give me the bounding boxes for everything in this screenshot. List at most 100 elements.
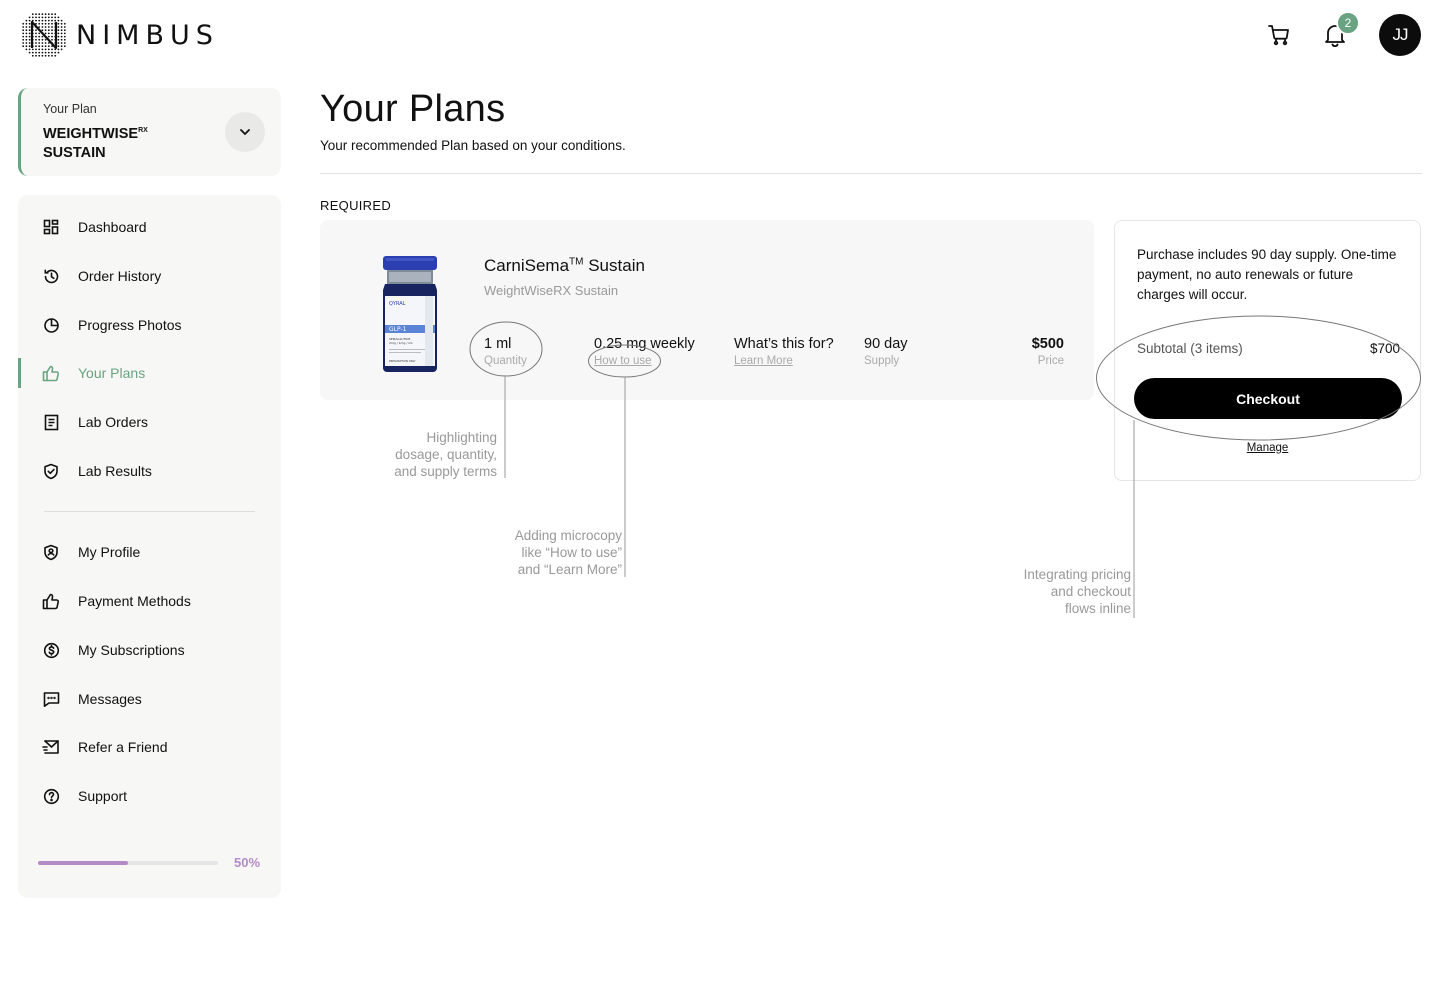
annotation-line: Highlighting xyxy=(426,430,497,445)
sidebar-item-lab-results[interactable]: Lab Results xyxy=(18,456,281,486)
sidebar-item-label: My Subscriptions xyxy=(78,642,185,658)
header-divider xyxy=(320,173,1422,174)
annotation-quantity: Highlighting dosage, quantity, and suppl… xyxy=(394,429,497,480)
top-bar-actions: 2 JJ xyxy=(1265,11,1421,56)
sidebar-item-payment-methods[interactable]: Payment Methods xyxy=(18,586,281,616)
notifications-button[interactable]: 2 xyxy=(1321,11,1360,49)
document-icon xyxy=(42,413,60,431)
section-label-required: REQUIRED xyxy=(320,198,392,213)
cart-button[interactable] xyxy=(1265,21,1293,49)
product-name-main: CarniSema xyxy=(484,256,570,275)
page-title: Your Plans xyxy=(320,88,506,130)
product-card: QYRAL GLP-1 SEMAGLUTIDE 2mg / 1mg / mL P… xyxy=(320,220,1094,400)
sidebar-item-my-subscriptions[interactable]: My Subscriptions xyxy=(18,635,281,665)
chat-icon xyxy=(42,690,60,708)
annotation-line: like “How to use” xyxy=(521,545,622,560)
price-metric: $500 Price xyxy=(1032,336,1064,367)
nav-divider xyxy=(44,511,255,512)
sidebar-item-label: Payment Methods xyxy=(78,593,191,609)
learn-more-link[interactable]: Learn More xyxy=(734,355,834,367)
sidebar-item-messages[interactable]: Messages xyxy=(18,684,281,714)
current-plan-card: Your Plan WEIGHTWISERx SUSTAIN xyxy=(18,88,281,176)
supply-value: 90 day xyxy=(864,336,908,352)
manage-link[interactable]: Manage xyxy=(1115,442,1420,454)
annotation-line: dosage, quantity, xyxy=(395,447,497,462)
progress-fill xyxy=(38,861,128,865)
price-label: Price xyxy=(1037,355,1064,367)
dosage-metric: 0.25 mg weekly How to use xyxy=(594,336,695,367)
nimbus-logo[interactable]: NIMBUS xyxy=(18,8,219,62)
sidebar-item-label: Progress Photos xyxy=(78,317,182,333)
quantity-metric: 1 ml Quantity xyxy=(484,336,527,367)
sidebar-item-label: My Profile xyxy=(78,544,141,560)
sidebar-item-dashboard[interactable]: Dashboard xyxy=(18,212,281,242)
chevron-down-icon xyxy=(240,129,250,135)
vial-label: GLP-1 xyxy=(389,326,407,333)
purpose-metric: What’s this for? Learn More xyxy=(734,336,834,367)
thumbs-up-icon xyxy=(42,592,60,610)
sidebar-item-label: Lab Orders xyxy=(78,414,149,430)
dosage-value: 0.25 mg weekly xyxy=(594,336,695,352)
checkout-note: Purchase includes 90 day supply. One-tim… xyxy=(1137,247,1397,302)
sidebar-item-label: Refer a Friend xyxy=(78,739,168,755)
history-icon xyxy=(42,267,60,285)
how-to-use-link[interactable]: How to use xyxy=(594,355,695,367)
annotation-checkout: Integrating pricing and checkout flows i… xyxy=(1024,566,1131,617)
annotation-line: flows inline xyxy=(1064,601,1131,616)
vial-line2: 2mg / 1mg / mL xyxy=(389,341,413,345)
sidebar-item-order-history[interactable]: Order History xyxy=(18,261,281,291)
product-subtitle: WeightWiseRX Sustain xyxy=(484,283,619,298)
annotation-microcopy: Adding microcopy like “How to use” and “… xyxy=(515,527,622,578)
shield-check-icon xyxy=(42,462,60,480)
sidebar-item-lab-orders[interactable]: Lab Orders xyxy=(18,407,281,437)
checkout-card: Purchase includes 90 day supply. One-tim… xyxy=(1114,220,1421,481)
product-name-suffix: Sustain xyxy=(583,256,645,275)
supply-label: Supply xyxy=(864,355,900,367)
sidebar-item-refer-a-friend[interactable]: Refer a Friend xyxy=(18,732,281,762)
subtotal-value: $700 xyxy=(1369,341,1400,356)
sidebar-item-label: Support xyxy=(78,788,128,804)
medication-vial-image: QYRAL GLP-1 SEMAGLUTIDE 2mg / 1mg / mL P… xyxy=(383,256,437,372)
sidebar-item-progress-photos[interactable]: Progress Photos xyxy=(18,310,281,340)
sidebar-nav: Dashboard Order History Progress Photos … xyxy=(18,195,281,898)
plan-name: WEIGHTWISERx SUSTAIN xyxy=(43,121,163,163)
help-circle-icon xyxy=(42,787,60,805)
thumbs-up-icon xyxy=(42,364,60,382)
subtotal-label: Subtotal (3 items) xyxy=(1137,341,1243,356)
annotation-line: Integrating pricing xyxy=(1023,567,1131,582)
sidebar-item-label: Order History xyxy=(78,268,162,284)
vial-line3: PRESCRIPTION ONLY xyxy=(389,359,416,363)
send-mail-icon xyxy=(42,738,60,756)
sidebar-item-your-plans[interactable]: Your Plans xyxy=(18,358,281,388)
pie-chart-icon xyxy=(42,316,60,334)
product-name-sup: TM xyxy=(569,256,584,268)
checkout-button[interactable]: Checkout xyxy=(1134,378,1402,419)
cart-icon xyxy=(1268,25,1289,46)
vial-brand: QYRAL xyxy=(389,301,406,307)
profile-shield-icon xyxy=(42,543,60,561)
sidebar-item-label: Your Plans xyxy=(78,365,146,381)
annotation-line: and supply terms xyxy=(394,464,497,479)
profile-progress-bar xyxy=(38,861,218,865)
logo-mark-icon xyxy=(22,13,66,57)
annotation-line: Adding microcopy xyxy=(514,528,622,543)
sidebar-item-label: Lab Results xyxy=(78,463,152,479)
sidebar-item-support[interactable]: Support xyxy=(18,781,281,811)
dashboard-icon xyxy=(42,218,60,236)
sidebar-item-label: Dashboard xyxy=(78,219,147,235)
sidebar-item-my-profile[interactable]: My Profile xyxy=(18,537,281,567)
purpose-value: What’s this for? xyxy=(734,336,834,352)
plan-name-main: WEIGHTWISE xyxy=(43,125,139,142)
product-name: CarniSemaTM Sustain xyxy=(484,256,645,276)
dollar-circle-icon xyxy=(42,641,60,659)
price-value: $500 xyxy=(1031,336,1064,352)
brand-name: NIMBUS xyxy=(76,19,219,51)
plan-name-sup: Rx xyxy=(138,127,148,134)
sidebar-item-label: Messages xyxy=(78,691,142,707)
quantity-label: Quantity xyxy=(484,355,527,367)
notification-count-badge: 2 xyxy=(1336,11,1360,35)
progress-percent: 50% xyxy=(234,855,261,870)
plan-name-line2: SUSTAIN xyxy=(43,144,106,161)
plan-dropdown-button[interactable] xyxy=(225,112,265,152)
user-avatar[interactable]: JJ xyxy=(1379,14,1421,56)
